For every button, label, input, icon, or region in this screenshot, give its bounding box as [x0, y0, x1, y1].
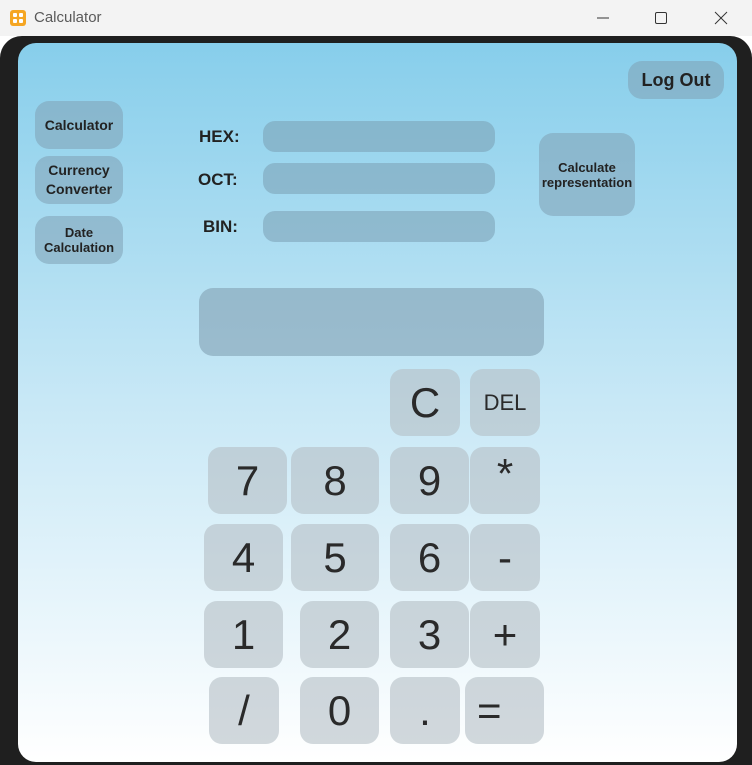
bin-field[interactable]: [263, 211, 495, 242]
key-2[interactable]: 2: [300, 601, 379, 668]
key-8[interactable]: 8: [291, 447, 379, 514]
calculator-display: [199, 288, 544, 356]
key-5[interactable]: 5: [291, 524, 379, 591]
key-1[interactable]: 1: [204, 601, 283, 668]
decimal-button[interactable]: .: [390, 677, 460, 744]
equals-button[interactable]: =: [465, 677, 544, 744]
maximize-button[interactable]: [638, 0, 684, 36]
key-9[interactable]: 9: [390, 447, 469, 514]
divide-button[interactable]: /: [209, 677, 279, 744]
title-bar: Calculator: [0, 0, 752, 36]
oct-field[interactable]: [263, 163, 495, 194]
subtract-button[interactable]: -: [470, 524, 540, 591]
close-button[interactable]: [698, 0, 744, 36]
add-button[interactable]: +: [470, 601, 540, 668]
maximize-icon: [655, 12, 667, 24]
key-4[interactable]: 4: [204, 524, 283, 591]
delete-button[interactable]: DEL: [470, 369, 540, 436]
sidebar-item-currency-converter[interactable]: Currency Converter: [35, 156, 123, 204]
hex-field[interactable]: [263, 121, 495, 152]
minimize-icon: [597, 17, 609, 19]
calculate-representation-button[interactable]: Calculate representation: [539, 133, 635, 216]
hex-label: HEX:: [199, 127, 240, 146]
clear-button[interactable]: C: [390, 369, 460, 436]
oct-label: OCT:: [198, 170, 238, 189]
app-content: Log Out Calculator Currency Converter Da…: [18, 43, 737, 762]
logout-button[interactable]: Log Out: [628, 61, 724, 99]
sidebar-item-calculator[interactable]: Calculator: [35, 101, 123, 149]
bin-label: BIN:: [203, 217, 238, 236]
window-title: Calculator: [34, 9, 102, 26]
close-icon: [714, 11, 728, 25]
sidebar-item-date-calculation[interactable]: Date Calculation: [35, 216, 123, 264]
key-6[interactable]: 6: [390, 524, 469, 591]
calculator-app-icon: [10, 10, 26, 26]
key-7[interactable]: 7: [208, 447, 287, 514]
key-0[interactable]: 0: [300, 677, 379, 744]
multiply-button[interactable]: *: [470, 447, 540, 514]
minimize-button[interactable]: [580, 0, 626, 36]
key-3[interactable]: 3: [390, 601, 469, 668]
